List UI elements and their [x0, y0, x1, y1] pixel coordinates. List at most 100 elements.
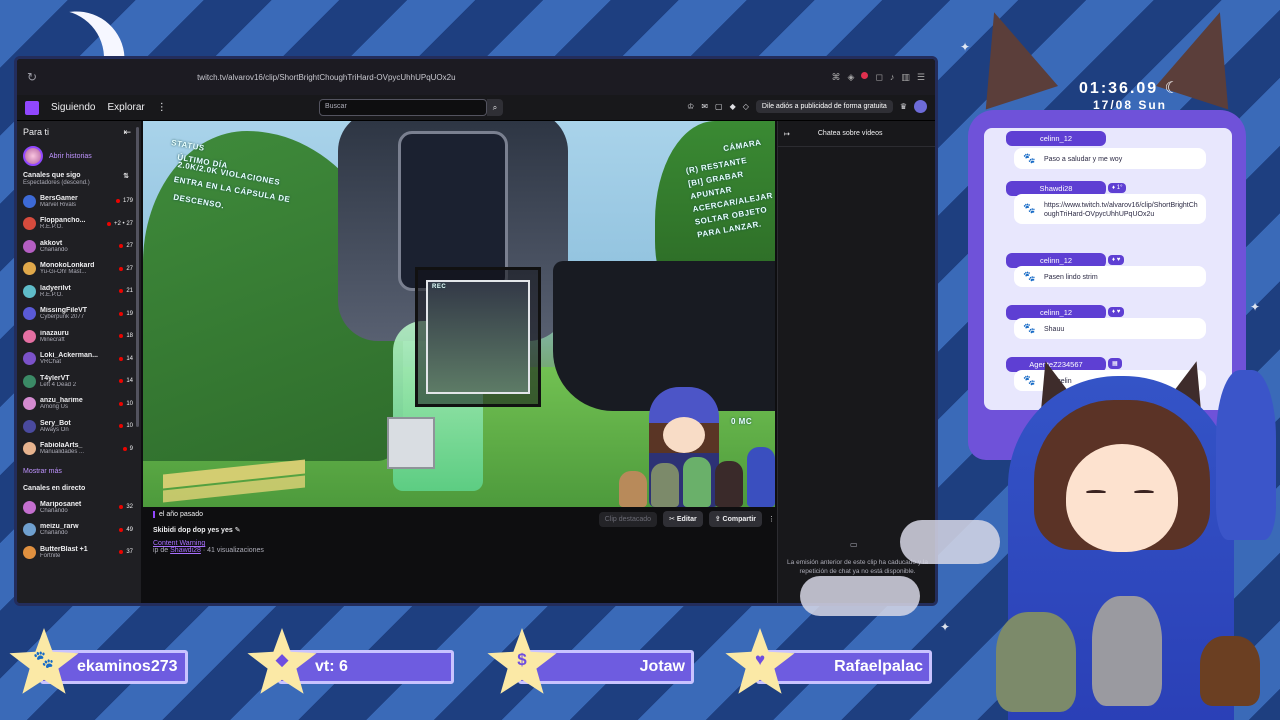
clip-title-text: Skibidi dop dop yes yes: [153, 527, 233, 534]
chat-unavailable-icon: ▭: [850, 540, 858, 549]
open-stories-button[interactable]: Abrir historias: [23, 146, 141, 166]
featured-clip-button[interactable]: Clip destacado: [598, 511, 658, 527]
sidebar-scrollbar[interactable]: [136, 127, 139, 427]
channel-text: meizu_rarw Charlando: [40, 523, 119, 536]
sidebar-channel-item[interactable]: anzu_harime Among Us 10: [23, 393, 141, 416]
sidebar-channel-item[interactable]: BersGamer Marvel Rivals 179: [23, 190, 141, 213]
content-warning-link[interactable]: Content Warning: [153, 540, 775, 547]
brown-figure: [1200, 636, 1260, 706]
sidebar-channel-item[interactable]: FabiolaArts_ Manualidades ... 9: [23, 438, 141, 461]
sidebar-channel-item[interactable]: Floppancho... R.E.P.O. +2 • 27: [23, 213, 141, 236]
sidebar-channel-item[interactable]: T4ylerVT Left 4 Dead 2 14: [23, 370, 141, 393]
paw-icon: 🐾: [1023, 271, 1036, 283]
channel-avatar: [23, 307, 36, 321]
more-actions-icon[interactable]: ⋮: [768, 515, 775, 523]
side-figure: [1216, 370, 1276, 540]
channel-name: anzu_harime: [40, 397, 83, 405]
sidebar-channel-item[interactable]: meizu_rarw Charlando 49: [23, 519, 141, 542]
channel-name: Loki_Ackerman...: [40, 352, 98, 360]
heart-icon: ♥: [754, 650, 766, 669]
following-link[interactable]: Siguiendo: [51, 102, 95, 113]
channel-category: Charlando: [40, 530, 68, 537]
clip-meta: ip de Shawdi28 · 41 visualizaciones: [153, 547, 775, 554]
edit-button[interactable]: ✂ Editar: [663, 511, 703, 527]
green-character: [683, 457, 711, 507]
followed-sort-label: Espectadores (descend.): [23, 180, 90, 186]
channel-text: Mariposanet Charlando: [40, 501, 119, 514]
clip-by-label: ip de: [153, 547, 169, 554]
vtuber-face: [1066, 444, 1178, 552]
channel-text: T4ylerVT Left 4 Dead 2: [40, 375, 119, 388]
channel-name: ladyerilvt: [40, 284, 71, 292]
sidebar-channel-item[interactable]: Mariposanet Charlando 32: [23, 496, 141, 519]
video-player[interactable]: REC STATUS ÚLTIMO DÍA 2.0K/2.0K VIOLACIO…: [143, 121, 775, 507]
channel-category: Always On: [40, 426, 69, 433]
channel-avatar: [23, 374, 36, 388]
search-icon[interactable]: ⌕: [487, 99, 503, 116]
channel-text: Loki_Ackerman... VRChat: [40, 352, 119, 365]
translate-icon[interactable]: ⌘: [832, 72, 841, 83]
overlay-clock: 01:36.09 ☾ 17/08 Sun: [1040, 78, 1220, 112]
followed-channel-list: BersGamer Marvel Rivals 179 Floppancho... R.…: [23, 190, 141, 460]
channel-text: Floppancho... R.E.P.O.: [40, 217, 107, 230]
drops-icon[interactable]: ◆: [730, 102, 736, 111]
channel-category: Yu-Gi-Oh! Mast...: [40, 269, 87, 276]
channel-text: FabiolaArts_ Manualidades ...: [40, 442, 123, 455]
bits-icon[interactable]: ◇: [743, 102, 749, 111]
channel-category: Left 4 Dead 2: [40, 381, 77, 388]
crown-icon[interactable]: ♔: [687, 102, 694, 111]
menu-icon[interactable]: ☰: [917, 72, 925, 83]
channel-category: Manualidades ...: [40, 449, 85, 456]
dark-character: [715, 461, 743, 507]
clip-info: el año pasado Skibidi dop dop yes yes ✎ …: [153, 511, 775, 601]
channel-text: akkovt Charlando: [40, 240, 119, 253]
chat-icon[interactable]: ◻: [875, 72, 882, 83]
sidebar-channel-item[interactable]: MissingFileVT Cyberpunk 2077 19: [23, 303, 141, 326]
ad-free-button[interactable]: Dile adiós a publicidad de forma gratuit…: [755, 100, 893, 113]
sort-icon[interactable]: ⇅: [123, 172, 129, 180]
prime-icon[interactable]: ♛: [900, 102, 907, 111]
edit-label: Editar: [676, 516, 697, 523]
chat-message-text: Paso a saludar y me woy: [1044, 156, 1123, 163]
diamond-icon: ◆: [275, 650, 289, 669]
sidebar-channel-item[interactable]: ButterBlast +1 Fortnite 37: [23, 541, 141, 564]
channel-text: MissingFileVT Cyberpunk 2077: [40, 307, 119, 320]
clip-title: Skibidi dop dop yes yes ✎: [153, 526, 775, 534]
shield-icon[interactable]: ◈: [848, 72, 855, 83]
sidebar-icon[interactable]: ▥: [901, 72, 910, 83]
user-avatar[interactable]: [914, 100, 927, 113]
sidebar-channel-item[interactable]: Sery_Bot Always On 10: [23, 415, 141, 438]
collapse-sidebar-icon[interactable]: ⇤: [123, 127, 131, 138]
channel-avatar: [23, 545, 36, 559]
share-button[interactable]: ⇪ Compartir: [708, 511, 762, 527]
clock-time: 01:36.09 ☾: [1079, 80, 1181, 97]
channel-name: Floppancho...: [40, 217, 86, 225]
sidebar-channel-item[interactable]: Loki_Ackerman... VRChat 14: [23, 348, 141, 371]
cloud-decoration: [900, 520, 1000, 564]
sidebar-channel-item[interactable]: akkovt Charlando 27: [23, 235, 141, 258]
followed-channels-heading: Canales que sigo: [23, 172, 81, 179]
edit-title-icon[interactable]: ✎: [235, 527, 241, 534]
clipper-link[interactable]: Shawdi28: [170, 547, 201, 554]
sidebar-channel-item[interactable]: ladyerilvt R.E.P.O. 21: [23, 280, 141, 303]
cloud-decoration: [800, 576, 920, 616]
whispers-icon[interactable]: ▢: [715, 102, 723, 111]
clock-date: 17/08 Sun: [1092, 98, 1168, 112]
overlay-chat-message: celinn_12 ♦ ♥ 🐾 Pasen lindo strim: [1006, 250, 1206, 288]
show-more-link[interactable]: Mostrar más: [23, 468, 141, 475]
star-badge-donation: Jotaw $: [486, 628, 696, 700]
more-options-icon[interactable]: ⋮: [157, 102, 167, 113]
reload-icon[interactable]: ↻: [27, 70, 37, 84]
viewer-count: 179: [116, 198, 133, 204]
search-input[interactable]: Buscar: [319, 99, 487, 116]
music-icon[interactable]: ♪: [890, 72, 895, 83]
sidebar: Para ti ⇤ Abrir historias Canales que si…: [17, 121, 141, 603]
inbox-icon[interactable]: ✉: [701, 102, 708, 111]
browse-link[interactable]: Explorar: [107, 102, 144, 113]
channel-name: meizu_rarw: [40, 523, 79, 531]
expand-chat-icon[interactable]: ↦: [784, 130, 790, 138]
address-bar[interactable]: twitch.tv/alvarov16/clip/ShortBrightChou…: [47, 73, 821, 82]
twitch-logo-icon[interactable]: [25, 100, 39, 115]
sidebar-channel-item[interactable]: inazauru Minecraft 18: [23, 325, 141, 348]
sidebar-channel-item[interactable]: MonokoLonkard Yu-Gi-Oh! Mast... 27: [23, 258, 141, 281]
